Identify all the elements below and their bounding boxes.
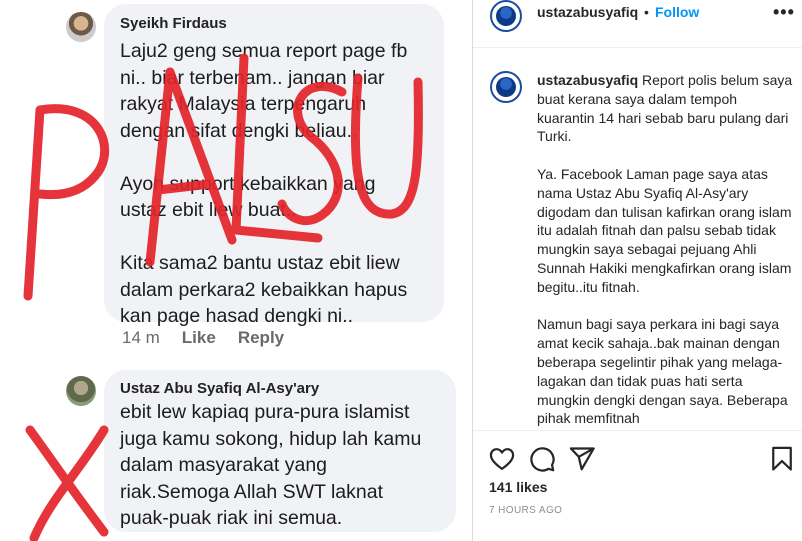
commenter-avatar xyxy=(66,376,96,406)
post-header: ustazabusyafiq • Follow ••• xyxy=(473,0,802,48)
caption-paragraph: Namun bagi saya perkara ini bagi saya am… xyxy=(537,316,788,427)
heart-icon[interactable] xyxy=(488,445,516,473)
header-username[interactable]: ustazabusyafiq xyxy=(537,4,638,20)
comment-icon[interactable] xyxy=(528,445,556,473)
profile-avatar[interactable] xyxy=(490,0,522,32)
bookmark-icon[interactable] xyxy=(768,445,796,473)
comment-time: 14 m xyxy=(122,328,160,347)
actions-bar: 141 likes 7 HOURS AGO xyxy=(473,430,802,541)
post-timestamp[interactable]: 7 HOURS AGO xyxy=(489,505,562,516)
caption-username[interactable]: ustazabusyafiq xyxy=(537,72,638,88)
comment-text: Laju2 geng semua report page fb ni.. bia… xyxy=(120,40,408,327)
commenter-name: Ustaz Abu Syafiq Al-Asy'ary xyxy=(120,380,320,397)
comment-like-link: Like xyxy=(181,328,216,347)
likes-count[interactable]: 141 likes xyxy=(489,479,547,495)
instagram-panel: ustazabusyafiq • Follow ••• ustazabusyaf… xyxy=(472,0,802,541)
post-caption: ustazabusyafiq Report polis belum saya b… xyxy=(537,71,795,428)
caption-paragraph: ustazabusyafiq Report polis belum saya b… xyxy=(537,72,793,145)
caption-paragraph: Ya. Facebook Laman page saya atas nama U… xyxy=(537,165,792,295)
comment-text: ebit lew kapiaq pura-pura islamist juga … xyxy=(120,401,422,529)
commenter-avatar xyxy=(66,12,96,42)
more-options-icon[interactable]: ••• xyxy=(773,2,795,23)
post-image: Syeikh Firdaus Laju2 geng semua report p… xyxy=(0,0,472,541)
caption-avatar[interactable] xyxy=(490,71,522,103)
follow-button[interactable]: Follow xyxy=(655,4,699,20)
comment-reply-link: Reply xyxy=(237,328,285,347)
share-icon[interactable] xyxy=(568,445,596,473)
separator-dot: • xyxy=(644,4,649,20)
comment-meta: 14 m Like Reply xyxy=(122,328,284,348)
commenter-name: Syeikh Firdaus xyxy=(120,15,227,32)
